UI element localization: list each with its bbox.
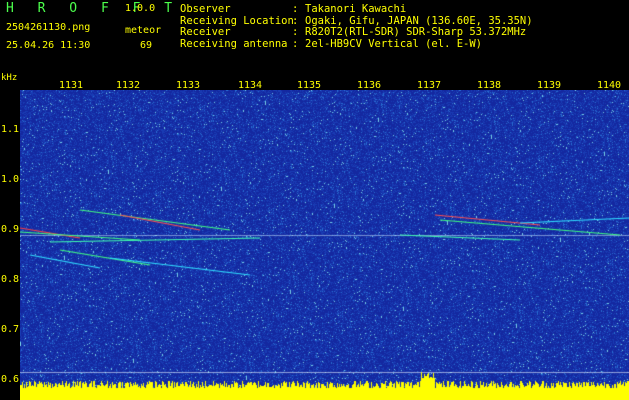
version-label: 1.0.0 [125,3,156,14]
x-tick-label: 1137 [416,80,442,91]
x-tick-label: 1138 [476,80,502,91]
x-tick-label: 1139 [536,80,562,91]
header-panel: H R O F F T 1.0.0 2504261130.png meteor … [0,0,629,72]
spectrogram-canvas [20,90,629,400]
datetime-label: 25.04.26 11:30 [6,40,91,51]
x-tick-label: 1131 [58,80,84,91]
x-tick-label: 1136 [356,80,382,91]
y-tick-label: 1.1 [1,124,20,135]
mode-label: meteor [125,25,162,36]
x-tick-label: 1134 [237,80,263,91]
y-axis-unit: kHz [1,73,18,83]
x-tick-label: 1132 [115,80,141,91]
x-tick-label: 1140 [596,80,622,91]
y-tick-label: 0.7 [1,324,20,335]
x-tick-label: 1133 [175,80,201,91]
y-tick-label: 0.9 [1,224,20,235]
y-tick-label: 0.8 [1,274,20,285]
station-info: Observer: Takanori Kawachi Receiving Loca… [180,3,533,50]
y-tick-label: 1.0 [1,174,20,185]
meteor-count: 69 [140,40,153,51]
y-tick-label: 0.6 [1,374,20,385]
info-row-antenna: Receiving antenna:2el-HB9CV Vertical (el… [180,37,483,50]
x-tick-label: 1135 [296,80,322,91]
filename-label: 2504261130.png [6,22,91,33]
